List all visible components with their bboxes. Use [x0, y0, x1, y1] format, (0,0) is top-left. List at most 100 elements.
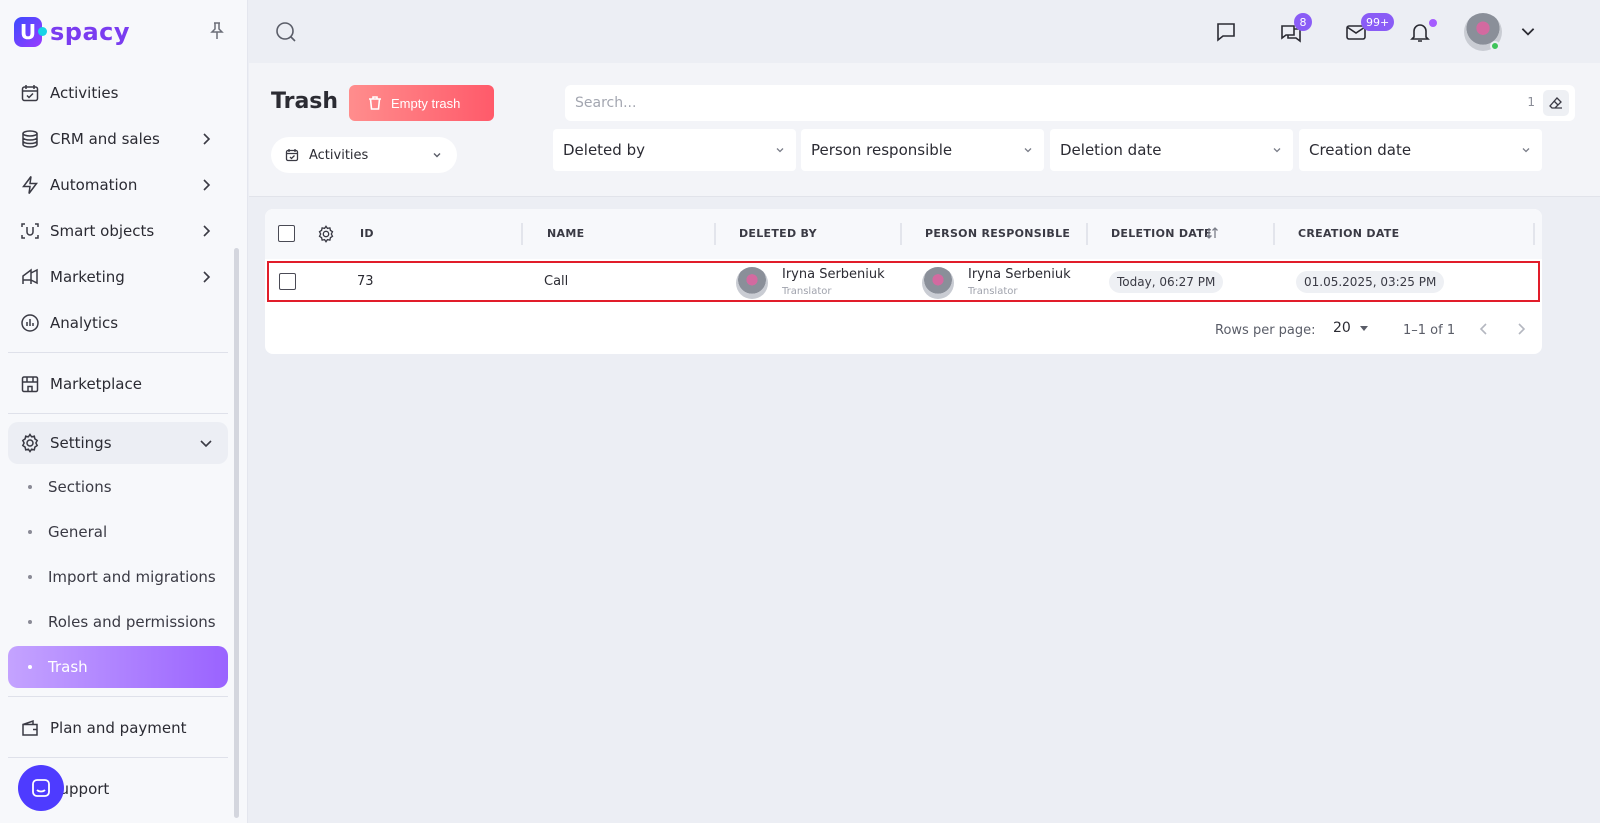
sidebar-item-label: Marketplace	[50, 375, 142, 393]
rows-per-page-select[interactable]: 20	[1333, 320, 1369, 336]
chevron-down-icon	[1273, 148, 1281, 153]
filter-label: Deletion date	[1060, 141, 1162, 159]
notification-dot	[1429, 19, 1437, 27]
empty-trash-button[interactable]: Empty trash	[349, 85, 494, 121]
clear-filters-button[interactable]	[1543, 90, 1569, 116]
filter-deletion-date[interactable]: Deletion date	[1050, 129, 1293, 171]
sidebar-item-settings[interactable]: Settings	[8, 422, 228, 464]
cell-id: 73	[357, 274, 374, 289]
settings-sub-general[interactable]: General	[8, 509, 228, 554]
cell-name[interactable]: Call	[544, 274, 568, 289]
table-row[interactable]: 73 Call Iryna Serbeniuk Translator Iryna…	[267, 261, 1540, 302]
person-name: Iryna Serbeniuk	[968, 267, 1071, 282]
creation-date-chip: 01.05.2025, 03:25 PM	[1296, 271, 1445, 293]
chevron-right-icon	[203, 133, 211, 145]
chevron-down-icon	[200, 440, 212, 448]
chevron-down-icon	[776, 148, 784, 153]
filter-label: Person responsible	[811, 141, 953, 159]
logo[interactable]: U spacy	[14, 14, 130, 50]
filter-deleted-by[interactable]: Deleted by	[553, 129, 796, 171]
chevron-right-icon	[203, 271, 211, 283]
settings-sub-import[interactable]: Import and migrations	[8, 554, 228, 599]
megaphone-icon	[20, 267, 40, 287]
sidebar-item-label: Plan and payment	[50, 719, 187, 737]
entity-type-select[interactable]: Activities	[271, 137, 457, 173]
person-role: Translator	[782, 286, 832, 297]
pin-icon[interactable]	[209, 22, 225, 40]
logo-text: spacy	[50, 18, 131, 46]
page-title: Trash	[271, 89, 339, 114]
sidebar-item-analytics[interactable]: Analytics	[8, 300, 228, 346]
sidebar-nav: Activities CRM and sales Automation Smar…	[8, 70, 228, 812]
chevron-down-icon[interactable]	[1519, 22, 1537, 40]
column-header-creation-date[interactable]: CREATION DATE	[1298, 227, 1399, 240]
column-resizer[interactable]	[1086, 223, 1088, 245]
rows-per-page-label: Rows per page:	[1215, 323, 1316, 338]
logo-mark: U	[14, 17, 47, 47]
search-input[interactable]	[565, 85, 1575, 121]
sidebar-item-plan[interactable]: Plan and payment	[8, 705, 228, 751]
online-indicator	[1490, 41, 1500, 51]
column-header-deleted-by[interactable]: DELETED BY	[739, 227, 817, 240]
filter-creation-date[interactable]: Creation date	[1299, 129, 1542, 171]
sidebar-item-smart-objects[interactable]: Smart objects	[8, 208, 228, 254]
trash-table: ID NAME DELETED BY PERSON RESPONSIBLE DE…	[265, 209, 1542, 354]
sub-item-label: Import and migrations	[48, 567, 216, 586]
support-chat-button[interactable]	[18, 765, 64, 811]
gear-icon	[20, 433, 40, 453]
sidebar-item-marketing[interactable]: Marketing	[8, 254, 228, 300]
sort-desc-icon[interactable]	[1205, 226, 1219, 240]
column-resizer[interactable]	[521, 223, 523, 245]
filter-label: Deleted by	[563, 141, 645, 159]
sidebar-item-label: Activities	[50, 84, 119, 102]
select-all-checkbox[interactable]	[278, 225, 295, 242]
column-header-name[interactable]: NAME	[547, 227, 584, 240]
page-header: Trash Empty trash Activities 1 Deleted b…	[249, 63, 1600, 197]
column-resizer[interactable]	[1533, 223, 1535, 245]
bullet	[28, 484, 32, 489]
filter-person-responsible[interactable]: Person responsible	[801, 129, 1044, 171]
person-name: Iryna Serbeniuk	[782, 267, 885, 282]
column-resizer[interactable]	[900, 223, 902, 245]
settings-sub-trash[interactable]: Trash	[8, 646, 228, 688]
sidebar-item-marketplace[interactable]: Marketplace	[8, 361, 228, 407]
wallet-icon	[20, 718, 40, 738]
sidebar-item-label: Analytics	[50, 314, 119, 332]
smart-object-icon	[20, 221, 40, 241]
pagination-range: 1–1 of 1	[1403, 323, 1456, 338]
bullet	[28, 574, 32, 579]
settings-sub-sections[interactable]: Sections	[8, 464, 228, 509]
column-resizer[interactable]	[714, 223, 716, 245]
previous-page-icon[interactable]	[1477, 322, 1491, 336]
bullet	[28, 619, 32, 624]
chevron-right-icon	[203, 179, 211, 191]
entity-select-value: Activities	[309, 147, 369, 163]
sidebar-item-crm[interactable]: CRM and sales	[8, 116, 228, 162]
next-page-icon[interactable]	[1514, 322, 1528, 336]
chevron-right-icon	[203, 225, 211, 237]
chat-bubble-icon	[32, 779, 50, 797]
sidebar-item-label: CRM and sales	[50, 130, 160, 148]
row-checkbox[interactable]	[279, 273, 296, 290]
caret-down-icon	[1359, 326, 1368, 331]
sub-item-label: Sections	[48, 477, 112, 496]
search-icon[interactable]	[275, 21, 297, 43]
deletion-date-chip: Today, 06:27 PM	[1109, 271, 1224, 293]
sidebar-scrollbar[interactable]	[234, 248, 239, 818]
calendar-check-icon	[20, 83, 40, 103]
message-icon[interactable]	[1214, 20, 1238, 44]
column-resizer[interactable]	[1273, 223, 1275, 245]
search-count: 1	[1527, 95, 1535, 109]
sub-item-label: Roles and permissions	[48, 612, 216, 631]
settings-sub-roles[interactable]: Roles and permissions	[8, 599, 228, 644]
calendar-check-icon	[285, 148, 299, 162]
avatar	[736, 267, 768, 299]
sidebar: U spacy Activities CRM and sales Automat…	[0, 0, 248, 823]
column-header-person-responsible[interactable]: PERSON RESPONSIBLE	[925, 227, 1070, 240]
eraser-icon	[1549, 97, 1562, 109]
sidebar-item-activities[interactable]: Activities	[8, 70, 228, 116]
column-header-id[interactable]: ID	[360, 227, 374, 240]
column-header-deletion-date[interactable]: DELETION DATE	[1111, 227, 1212, 240]
sidebar-item-automation[interactable]: Automation	[8, 162, 228, 208]
gear-icon[interactable]	[317, 225, 335, 243]
